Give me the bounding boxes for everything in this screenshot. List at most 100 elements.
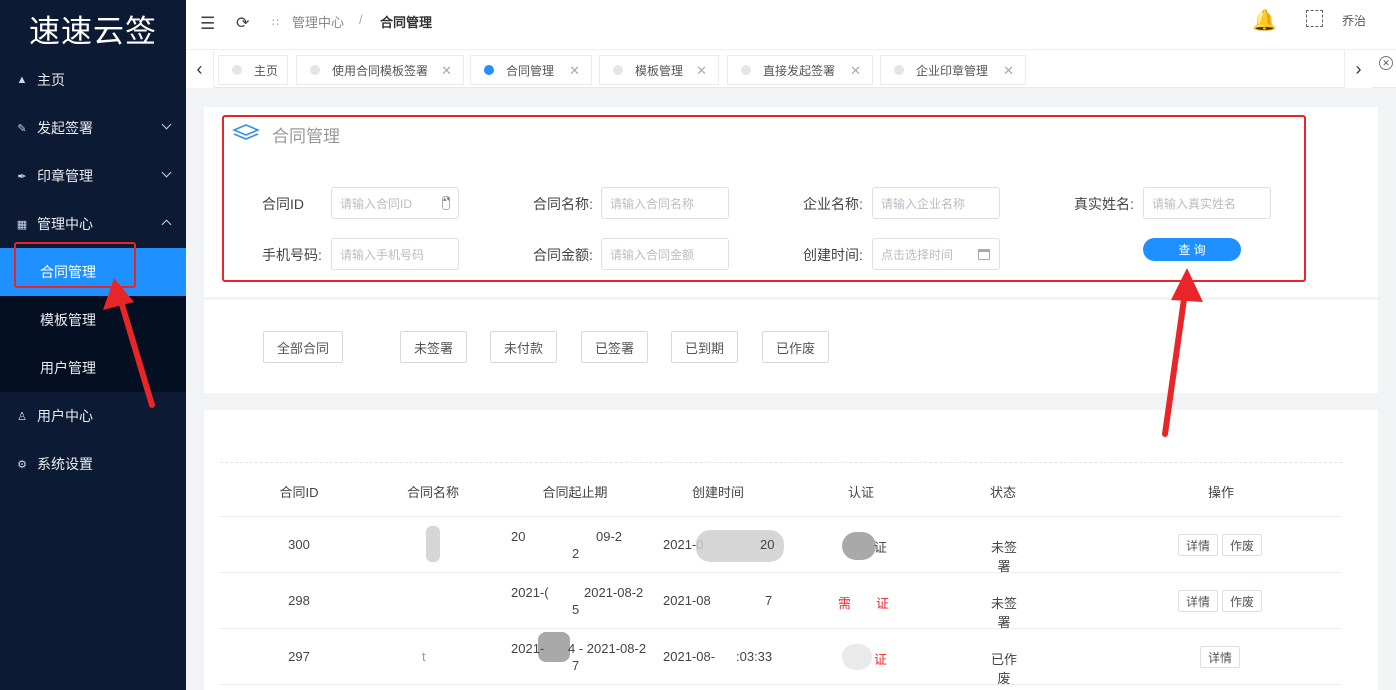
annotation-arrow-sidebar: [103, 278, 155, 408]
breadcrumb-root[interactable]: 管理中心: [292, 12, 344, 31]
col-header-status: 状态: [989, 485, 1016, 500]
home-icon: ▲: [16, 74, 28, 86]
annotation-arrow-query: [1162, 268, 1203, 437]
gear-icon: ⚙: [17, 458, 27, 471]
sidebar-item-label: 发起签署: [37, 120, 93, 136]
cell-created-tail: 20: [760, 537, 775, 552]
tab-label: 直接发起签署: [763, 63, 836, 78]
tab-template-manage[interactable]: 模板管理 ✕: [599, 55, 719, 85]
void-button[interactable]: 作废: [1222, 534, 1262, 556]
user-icon: ♙: [17, 410, 27, 423]
cell-period-tail: 7: [572, 658, 580, 673]
sidebar-item-admin[interactable]: ▦ 管理中心: [0, 200, 186, 248]
redacted-name: [426, 526, 440, 562]
app-logo: 速速云签: [29, 13, 157, 50]
brush-icon: ✒: [17, 170, 27, 183]
table-divider: [220, 462, 1342, 463]
cell-period-start: 20: [511, 529, 526, 544]
cell-period-end: 2021-08-2: [584, 585, 644, 600]
close-icon[interactable]: ✕: [1003, 63, 1014, 79]
cell-period-end: 09-2: [596, 529, 623, 544]
sidebar-item-settings[interactable]: ⚙ 系统设置: [0, 440, 186, 488]
tab-dot: [741, 65, 751, 75]
cell-auth: 证: [874, 540, 888, 555]
tab-dot: [613, 65, 623, 75]
user-name[interactable]: 乔治: [1342, 12, 1366, 29]
detail-button[interactable]: 详情: [1178, 590, 1218, 612]
redacted-auth: [842, 644, 872, 670]
void-button[interactable]: 作废: [1222, 590, 1262, 612]
cell-created-tail: 7: [765, 593, 773, 608]
tab-dot: [310, 65, 320, 75]
fullscreen-icon[interactable]: [1306, 10, 1323, 27]
tab-label: 合同管理: [506, 63, 555, 78]
top-bar: ☰ ⟳ ∷ 管理中心 / 合同管理 🔔 乔治: [186, 0, 1396, 50]
col-header-auth: 认证: [847, 485, 874, 500]
detail-button[interactable]: 详情: [1178, 534, 1218, 556]
tab-seal-manage[interactable]: 企业印章管理 ✕: [880, 55, 1026, 85]
col-header-created: 创建时间: [691, 485, 744, 500]
breadcrumb-grid-icon: ∷: [272, 17, 279, 29]
close-icon[interactable]: ✕: [569, 63, 580, 79]
edit-icon: ✎: [17, 122, 27, 135]
close-tabs-icon[interactable]: ✕: [1379, 56, 1393, 70]
sidebar-item-seal[interactable]: ✒ 印章管理: [0, 152, 186, 200]
cell-period-start: 2021-: [511, 641, 545, 656]
cell-period-end: 4 - 2021-08-2: [568, 641, 647, 656]
tab-template-sign[interactable]: 使用合同模板签署 ✕: [296, 55, 464, 85]
sidebar-item-initiate-sign[interactable]: ✎ 发起签署: [0, 104, 186, 152]
cell-created-tail: :03:33: [736, 649, 773, 664]
sidebar-item-label: 系统设置: [37, 456, 93, 472]
tab-label: 主页: [254, 63, 279, 78]
filter-expired-button[interactable]: 已到期: [671, 331, 738, 363]
cell-period-start: 2021-(: [511, 585, 549, 600]
bell-icon[interactable]: 🔔: [1252, 8, 1277, 33]
cell-period-tail: 2: [572, 546, 580, 561]
close-icon[interactable]: ✕: [850, 63, 861, 79]
sidebar-item-home[interactable]: ▲ 主页: [0, 56, 186, 104]
tab-scroll-left-icon[interactable]: ‹: [186, 50, 214, 88]
highlight-box-search: [222, 115, 1306, 282]
cell-status: 未签署: [990, 540, 1017, 574]
col-header-period: 合同起止期: [542, 485, 608, 500]
filter-unsigned-button[interactable]: 未签署: [400, 331, 467, 363]
grid-icon: ▦: [16, 218, 28, 231]
cell-created: 2021-08-: [663, 649, 716, 664]
row-divider: [220, 516, 1342, 517]
tab-label: 企业印章管理: [916, 63, 989, 78]
close-icon[interactable]: ✕: [696, 63, 707, 79]
cell-id: 300: [288, 537, 310, 552]
tab-contract-manage[interactable]: 合同管理 ✕: [470, 55, 592, 85]
filter-all-button[interactable]: 全部合同: [263, 331, 343, 363]
tab-dot: [232, 65, 242, 75]
breadcrumb-separator: /: [359, 12, 363, 27]
row-divider: [220, 684, 1342, 685]
sidebar-item-label: 印章管理: [37, 168, 93, 184]
refresh-icon[interactable]: ⟳: [236, 13, 249, 33]
col-header-ops: 操作: [1207, 485, 1234, 500]
sidebar-item-label: 管理中心: [37, 216, 93, 232]
filter-voided-button[interactable]: 已作废: [762, 331, 829, 363]
filter-unpaid-button[interactable]: 未付款: [490, 331, 557, 363]
close-icon[interactable]: ✕: [441, 63, 452, 79]
col-header-id: 合同ID: [279, 485, 319, 500]
cell-auth: 证: [874, 652, 888, 667]
cell-id: 297: [288, 649, 310, 664]
chevron-up-icon: [161, 219, 172, 230]
tab-dot: [484, 65, 494, 75]
col-header-name: 合同名称: [406, 485, 459, 500]
tab-scroll-right-icon[interactable]: ›: [1344, 50, 1372, 88]
cell-created: 2021-08: [663, 593, 711, 608]
cell-status: 未签署: [990, 596, 1017, 630]
cell-period-tail: 5: [572, 602, 580, 617]
chevron-down-icon: [161, 119, 172, 130]
tab-home[interactable]: 主页: [218, 55, 288, 85]
cell-auth-prefix: 需: [838, 596, 852, 611]
filter-signed-button[interactable]: 已签署: [581, 331, 648, 363]
tab-dot: [894, 65, 904, 75]
cell-id: 298: [288, 593, 310, 608]
tab-bar: ‹ 主页 使用合同模板签署 ✕ 合同管理 ✕ 模板管理 ✕ 直接发起签署 ✕ 企…: [186, 50, 1396, 88]
detail-button[interactable]: 详情: [1200, 646, 1240, 668]
tab-direct-sign[interactable]: 直接发起签署 ✕: [727, 55, 873, 85]
menu-toggle-icon[interactable]: ☰: [200, 14, 215, 34]
